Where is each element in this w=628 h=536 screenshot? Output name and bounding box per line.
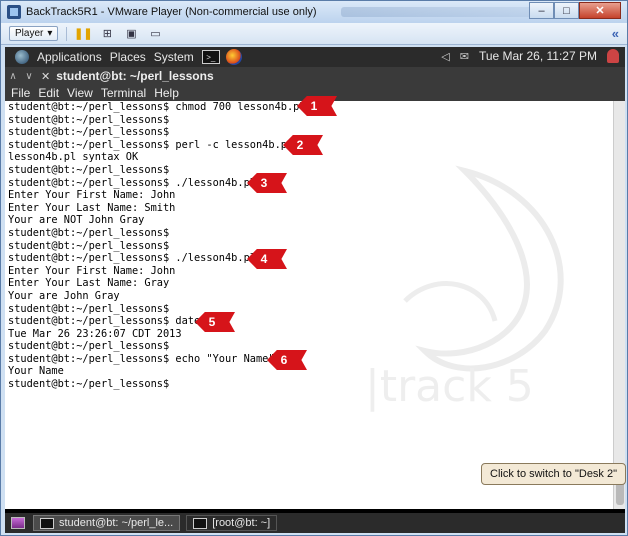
terminal-line: student@bt:~/perl_lessons$ chmod 700 les… — [8, 101, 306, 113]
chevron-down-icon: ▾ — [47, 28, 53, 39]
close-icon[interactable]: ✕ — [41, 70, 50, 83]
step-number: 5 — [195, 312, 221, 332]
step-number: 6 — [267, 350, 293, 370]
menu-terminal[interactable]: Terminal — [101, 86, 146, 100]
panel-tray: ◁ ✉ Tue Mar 26, 11:27 PM — [441, 49, 619, 63]
terminal-launcher-icon[interactable]: >_ — [201, 50, 220, 64]
terminal-output[interactable]: |track 5 student@bt:~/perl_lessons$ chmo… — [5, 101, 613, 509]
close-button[interactable]: ✕ — [579, 2, 621, 19]
terminal-titlebar: ∧ ∨ ✕ student@bt: ~/perl_lessons — [5, 67, 625, 85]
vmware-app-icon — [7, 5, 21, 19]
workspace-tooltip: Click to switch to "Desk 2" — [481, 463, 627, 485]
arrow-tail — [293, 350, 307, 370]
minimize-button[interactable]: – — [529, 2, 554, 19]
arrow-tail — [221, 312, 235, 332]
terminal-title: student@bt: ~/perl_lessons — [56, 69, 214, 83]
vmware-player-window: BackTrack5R1 - VMware Player (Non-commer… — [0, 0, 628, 536]
menu-view[interactable]: View — [67, 86, 93, 100]
arrow-tail — [323, 96, 337, 116]
collapse-toolbar-icon[interactable]: « — [612, 26, 619, 41]
show-desktop-icon[interactable] — [11, 517, 25, 529]
step-callout-1: 1 — [297, 96, 337, 116]
taskbar-item-student-terminal[interactable]: student@bt: ~/perl_le... — [33, 515, 181, 531]
vm-window-title: BackTrack5R1 - VMware Player (Non-commer… — [26, 6, 317, 18]
terminal-line: Tue Mar 26 23:26:07 CDT 2013 — [8, 327, 182, 340]
menu-file[interactable]: File — [11, 86, 30, 100]
terminal-line: student@bt:~/perl_lessons$ perl -c lesso… — [8, 138, 294, 151]
terminal-line: student@bt:~/perl_lessons$ date — [8, 315, 201, 328]
terminal-line: student@bt:~/perl_lessons$ — [8, 378, 170, 391]
gnome-top-panel: Applications Places System >_ ◁ ✉ Tue Ma… — [5, 47, 625, 67]
mail-icon[interactable]: ✉ — [460, 50, 469, 63]
terminal-line: Your Name — [8, 365, 64, 378]
menu-help[interactable]: Help — [154, 86, 179, 100]
terminal-line: student@bt:~/perl_lessons$ — [8, 126, 170, 139]
step-callout-2: 2 — [283, 135, 323, 155]
terminal-line: student@bt:~/perl_lessons$ echo "Your Na… — [8, 352, 275, 365]
menu-places[interactable]: Places — [110, 50, 146, 64]
gnome-bottom-panel: student@bt: ~/perl_le... [root@bt: ~] — [5, 513, 625, 533]
unity-icon[interactable]: ▭ — [147, 26, 163, 42]
pause-icon[interactable]: ❚❚ — [74, 26, 92, 42]
player-menu-button[interactable]: Player ▾ — [9, 26, 59, 41]
step-callout-4: 4 — [247, 249, 287, 269]
arrow-tail — [273, 249, 287, 269]
maximize-button[interactable]: □ — [554, 2, 579, 19]
terminal-icon — [40, 517, 54, 529]
taskbar-item-label: [root@bt: ~] — [212, 517, 271, 529]
step-callout-5: 5 — [195, 312, 235, 332]
menu-edit[interactable]: Edit — [38, 86, 59, 100]
step-number: 4 — [247, 249, 273, 269]
arrow-tail — [273, 173, 287, 193]
vm-toolbar: Player ▾ ❚❚ ⊞ ▣ ▭ « — [1, 23, 627, 45]
terminal-line: student@bt:~/perl_lessons$ — [8, 340, 170, 353]
terminal-line: student@bt:~/perl_lessons$ — [8, 113, 170, 126]
firefox-icon[interactable] — [225, 49, 242, 65]
step-number: 2 — [283, 135, 309, 155]
terminal-icon — [193, 517, 208, 529]
svg-text:|track 5: |track 5 — [365, 361, 534, 412]
menu-system[interactable]: System — [154, 50, 194, 64]
chevron-down-icon[interactable]: ∨ — [21, 71, 37, 82]
vm-titlebar: BackTrack5R1 - VMware Player (Non-commer… — [1, 1, 627, 23]
terminal-line: student@bt:~/perl_lessons$ — [8, 302, 170, 315]
terminal-line: Enter Your Last Name: Gray — [8, 277, 170, 290]
taskbar-item-root-terminal[interactable]: [root@bt: ~] — [186, 515, 278, 531]
step-number: 3 — [247, 173, 273, 193]
taskbar-item-label: student@bt: ~/perl_le... — [59, 517, 174, 529]
terminal-scrollbar[interactable] — [613, 101, 625, 509]
terminal-line: Enter Your Last Name: Smith — [8, 201, 176, 214]
arrow-tail — [309, 135, 323, 155]
player-menu-label: Player — [15, 28, 44, 39]
step-callout-6: 6 — [267, 350, 307, 370]
chevron-up-icon[interactable]: ∧ — [5, 71, 21, 82]
user-icon[interactable] — [607, 49, 619, 63]
fullscreen-icon[interactable]: ▣ — [123, 26, 139, 42]
terminal-line: lesson4b.pl syntax OK — [8, 151, 139, 164]
panel-clock[interactable]: Tue Mar 26, 11:27 PM — [479, 49, 597, 63]
step-callout-3: 3 — [247, 173, 287, 193]
terminal-lines: student@bt:~/perl_lessons$ chmod 700 les… — [8, 101, 306, 391]
backtrack-dragon-watermark: |track 5 — [365, 165, 564, 412]
window-controls: – □ ✕ — [529, 2, 621, 19]
menu-applications[interactable]: Applications — [37, 50, 102, 64]
terminal-line: Your are NOT John Gray — [8, 214, 145, 227]
terminal-line: Your are John Gray — [8, 289, 120, 302]
step-number: 1 — [297, 96, 323, 116]
network-devices-icon[interactable]: ⊞ — [99, 26, 115, 42]
volume-icon[interactable]: ◁ — [441, 50, 449, 63]
terminal-line: student@bt:~/perl_lessons$ — [8, 226, 170, 239]
guest-screen: Applications Places System >_ ◁ ✉ Tue Ma… — [5, 47, 625, 533]
toolbar-divider — [66, 26, 68, 41]
backtrack-logo-icon — [15, 50, 29, 64]
